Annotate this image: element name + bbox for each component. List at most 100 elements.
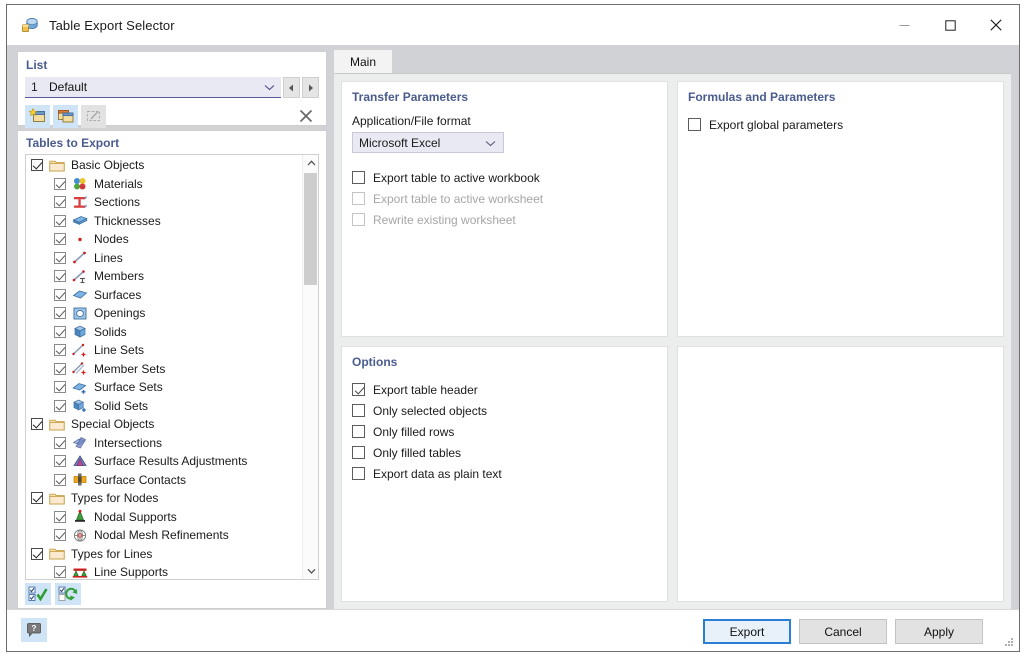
formulas-checkbox-export-global-parameters[interactable]: Export global parameters	[688, 114, 993, 135]
tree-item-nodal-supports[interactable]: Nodal Supports	[26, 508, 302, 527]
tree-item-label: Types for Nodes	[71, 491, 158, 505]
tree-item-checkbox[interactable]	[31, 492, 43, 504]
copy-list-button[interactable]	[53, 105, 78, 128]
chevron-down-icon[interactable]	[485, 136, 496, 150]
checkbox[interactable]	[352, 383, 365, 396]
checkbox[interactable]	[352, 404, 365, 417]
tree-item-checkbox[interactable]	[54, 363, 66, 375]
tree-item-sections[interactable]: Sections	[26, 193, 302, 212]
export-button[interactable]: Export	[703, 619, 791, 644]
list-next-button[interactable]	[302, 77, 319, 98]
tree-item-checkbox[interactable]	[54, 215, 66, 227]
tree-item-thicknesses[interactable]: Thicknesses	[26, 212, 302, 231]
checkbox[interactable]	[352, 467, 365, 480]
tree-item-label: Surface Sets	[94, 380, 163, 394]
tree-item-label: Materials	[94, 177, 143, 191]
checkbox[interactable]	[352, 446, 365, 459]
minimize-icon[interactable]	[881, 5, 927, 45]
options-checkbox-export-table-header[interactable]: Export table header	[352, 379, 657, 400]
surface-contact-icon	[72, 472, 88, 487]
tree-item-checkbox[interactable]	[31, 418, 43, 430]
tree-item-checkbox[interactable]	[54, 344, 66, 356]
list-combobox[interactable]: 1 Default	[25, 77, 281, 98]
nodal-support-icon	[72, 509, 88, 524]
formulas-checkbox-list: Export global parameters	[688, 114, 993, 135]
options-checkbox-only-selected-objects[interactable]: Only selected objects	[352, 400, 657, 421]
tree-item-lines[interactable]: Lines	[26, 249, 302, 268]
tree-item-solid-sets[interactable]: Solid Sets	[26, 397, 302, 416]
tree-item-checkbox[interactable]	[54, 289, 66, 301]
surface-set-icon	[72, 380, 88, 395]
tree-item-checkbox[interactable]	[54, 196, 66, 208]
tree-item-checkbox[interactable]	[54, 455, 66, 467]
tree-item-checkbox[interactable]	[54, 270, 66, 282]
format-combobox[interactable]: Microsoft Excel	[352, 132, 504, 153]
invert-selection-button[interactable]	[55, 583, 81, 605]
scrollbar-thumb[interactable]	[304, 173, 317, 285]
clear-x-icon[interactable]	[293, 104, 319, 127]
tree-item-nodes[interactable]: Nodes	[26, 230, 302, 249]
tree-item-checkbox[interactable]	[54, 307, 66, 319]
options-checkbox-only-filled-tables[interactable]: Only filled tables	[352, 442, 657, 463]
empty-panel	[677, 346, 1004, 602]
tree-item-nodal-mesh-refinements[interactable]: Nodal Mesh Refinements	[26, 526, 302, 545]
tree-item-intersections[interactable]: Intersections	[26, 434, 302, 453]
tree-item-materials[interactable]: Materials	[26, 175, 302, 194]
cancel-button[interactable]: Cancel	[799, 619, 887, 644]
transfer-checkbox-export-table-to-active-workbook[interactable]: Export table to active workbook	[352, 167, 657, 188]
tree-item-checkbox[interactable]	[54, 326, 66, 338]
checkbox[interactable]	[352, 171, 365, 184]
help-balloon-icon[interactable]: ?	[21, 618, 47, 642]
tree-item-member-sets[interactable]: Member Sets	[26, 360, 302, 379]
tree-item-types-for-nodes[interactable]: Types for Nodes	[26, 489, 302, 508]
tree-item-checkbox[interactable]	[31, 159, 43, 171]
tree-item-members[interactable]: Members	[26, 267, 302, 286]
tree-item-solids[interactable]: Solids	[26, 323, 302, 342]
tree-item-checkbox[interactable]	[54, 566, 66, 578]
tree-item-label: Nodal Supports	[94, 510, 177, 524]
tree-item-openings[interactable]: Openings	[26, 304, 302, 323]
tree-item-types-for-lines[interactable]: Types for Lines	[26, 545, 302, 564]
tree-item-surface-results-adjustments[interactable]: Surface Results Adjustments	[26, 452, 302, 471]
maximize-icon[interactable]	[927, 5, 973, 45]
tree-item-checkbox[interactable]	[54, 437, 66, 449]
options-checkbox-only-filled-rows[interactable]: Only filled rows	[352, 421, 657, 442]
tree-item-checkbox[interactable]	[54, 529, 66, 541]
tree-item-basic-objects[interactable]: Basic Objects	[26, 156, 302, 175]
resize-grip-icon[interactable]	[1003, 636, 1015, 648]
tree-item-line-sets[interactable]: Line Sets	[26, 341, 302, 360]
tree-item-checkbox[interactable]	[54, 511, 66, 523]
chevron-down-icon[interactable]	[264, 80, 275, 94]
tree-item-surfaces[interactable]: Surfaces	[26, 286, 302, 305]
tab-main[interactable]: Main	[334, 50, 392, 73]
options-checkbox-list: Export table headerOnly selected objects…	[352, 379, 657, 484]
transfer-parameters-panel: Transfer Parameters Application/File for…	[341, 81, 668, 337]
dialog-window: Table Export Selector List 1 Defa	[6, 4, 1020, 652]
tree-item-checkbox[interactable]	[54, 178, 66, 190]
tree-item-checkbox[interactable]	[54, 381, 66, 393]
tree-item-checkbox[interactable]	[54, 474, 66, 486]
checkbox[interactable]	[352, 425, 365, 438]
select-all-button[interactable]	[25, 583, 51, 605]
tree-item-surface-contacts[interactable]: Surface Contacts	[26, 471, 302, 490]
tree-item-surface-sets[interactable]: Surface Sets	[26, 378, 302, 397]
apply-button[interactable]: Apply	[895, 619, 983, 644]
tree-item-checkbox[interactable]	[31, 548, 43, 560]
chevron-up-icon[interactable]	[303, 155, 319, 171]
new-list-button[interactable]	[25, 105, 50, 128]
opening-icon	[72, 306, 88, 321]
chevron-down-icon[interactable]	[303, 563, 319, 579]
checkbox[interactable]	[688, 118, 701, 131]
tree-item-checkbox[interactable]	[54, 233, 66, 245]
tree-item-label: Lines	[94, 251, 123, 265]
export-table-icon	[21, 16, 39, 34]
tree-item-checkbox[interactable]	[54, 252, 66, 264]
tree-scrollbar[interactable]	[302, 155, 318, 579]
list-prev-button[interactable]	[283, 77, 300, 98]
tree-item-special-objects[interactable]: Special Objects	[26, 415, 302, 434]
close-icon[interactable]	[973, 5, 1019, 45]
tree-list[interactable]: Basic Objects Materials SectionsThicknesse…	[26, 155, 302, 579]
options-checkbox-export-data-as-plain-text[interactable]: Export data as plain text	[352, 463, 657, 484]
tree-item-checkbox[interactable]	[54, 400, 66, 412]
tree-item-line-supports[interactable]: Line Supports	[26, 563, 302, 579]
